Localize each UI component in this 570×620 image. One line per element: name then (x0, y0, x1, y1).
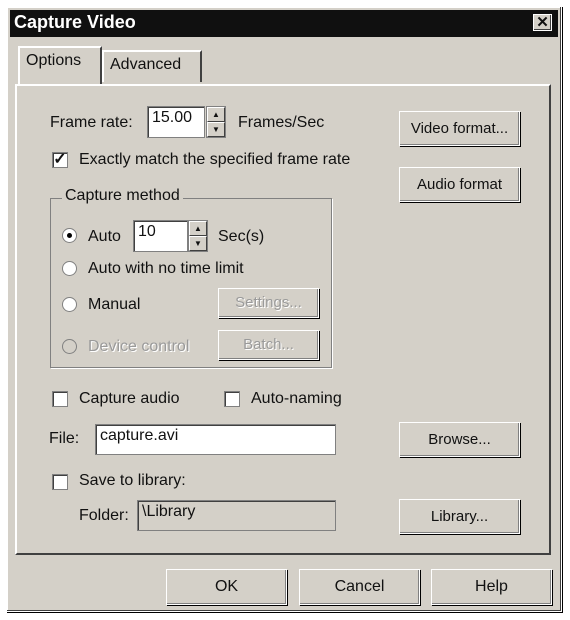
device-control-radio[interactable] (62, 339, 77, 354)
save-to-library-checkbox[interactable] (52, 474, 68, 490)
file-label: File: (49, 430, 80, 447)
folder-input: \Library (137, 500, 336, 531)
batch-button[interactable]: Batch... (218, 330, 319, 360)
save-to-library-label: Save to library: (79, 472, 186, 489)
arrow-up-icon[interactable]: ▲ (207, 107, 225, 122)
check-icon: ✓ (53, 151, 67, 168)
close-button[interactable]: ✕ (533, 14, 552, 31)
settings-button[interactable]: Settings... (218, 288, 319, 318)
tab-options-label: Options (26, 52, 82, 69)
library-button[interactable]: Library... (399, 499, 520, 534)
exact-match-label: Exactly match the specified frame rate (79, 151, 351, 168)
auto-naming-checkbox[interactable] (224, 391, 240, 407)
tab-advanced[interactable]: Advanced (102, 50, 202, 82)
arrow-down-icon[interactable]: ▼ (207, 122, 225, 137)
arrow-down-icon[interactable]: ▼ (189, 236, 207, 251)
auto-label: Auto (88, 228, 121, 245)
ok-button[interactable]: OK (166, 569, 287, 605)
frame-rate-spinner[interactable]: ▲ ▼ (206, 106, 226, 138)
cancel-button[interactable]: Cancel (299, 569, 420, 605)
file-input[interactable]: capture.avi (95, 424, 336, 455)
manual-label: Manual (88, 296, 141, 313)
frame-rate-unit: Frames/Sec (238, 114, 325, 131)
auto-seconds-unit: Sec(s) (218, 228, 265, 245)
tab-options[interactable]: Options (18, 46, 102, 84)
video-format-button[interactable]: Video format... (399, 111, 520, 146)
help-button[interactable]: Help (431, 569, 552, 605)
auto-radio[interactable] (62, 228, 77, 243)
auto-seconds-spinner[interactable]: ▲ ▼ (188, 220, 208, 252)
browse-button[interactable]: Browse... (399, 422, 520, 457)
capture-audio-label: Capture audio (79, 390, 180, 407)
audio-format-button[interactable]: Audio format (399, 167, 520, 202)
exact-match-checkbox[interactable]: ✓ (52, 152, 68, 168)
auto-seconds-input[interactable]: 10 (133, 220, 188, 252)
auto-no-limit-radio[interactable] (62, 261, 77, 276)
window-title: Capture Video (14, 12, 136, 32)
device-control-label: Device control (88, 338, 190, 355)
frame-rate-input[interactable]: 15.00 (147, 106, 205, 138)
frame-rate-label: Frame rate: (50, 114, 133, 131)
arrow-up-icon[interactable]: ▲ (189, 221, 207, 236)
auto-no-limit-label: Auto with no time limit (88, 260, 244, 277)
auto-naming-label: Auto-naming (251, 390, 342, 407)
folder-label: Folder: (79, 507, 129, 524)
tab-advanced-label: Advanced (110, 56, 182, 73)
capture-audio-checkbox[interactable] (52, 391, 68, 407)
manual-radio[interactable] (62, 297, 77, 312)
capture-method-title: Capture method (62, 187, 183, 205)
